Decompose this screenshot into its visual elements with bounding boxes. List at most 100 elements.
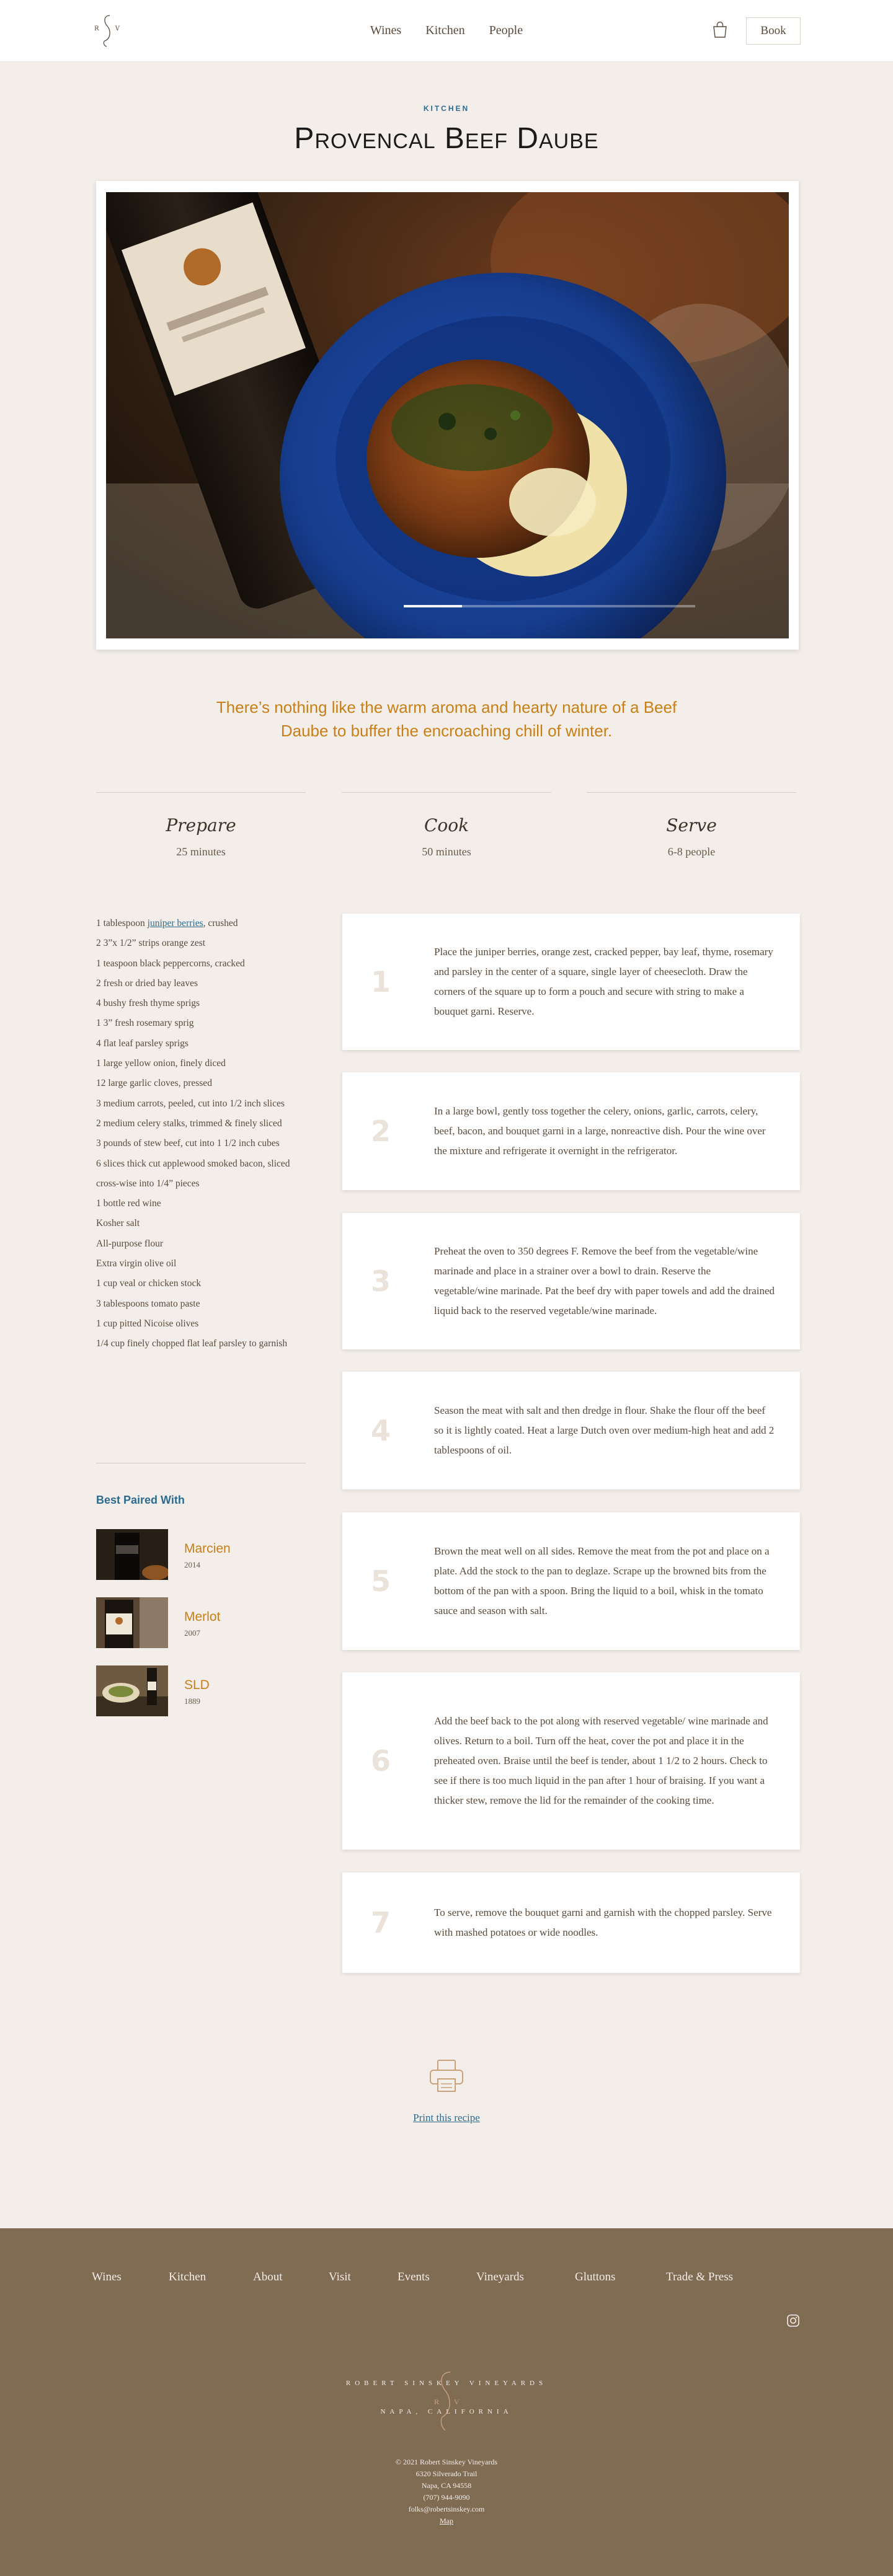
list-item: 1 tablespoon juniper berries, crushed (96, 918, 238, 929)
hero-card (96, 181, 799, 650)
step-text: In a large bowl, gently toss together th… (434, 1105, 766, 1157)
list-item: Kosher salt (96, 1218, 140, 1229)
step-number: 2 (370, 1114, 391, 1148)
map-link[interactable]: Map (0, 2515, 893, 2527)
paired-title: Best Paired With (96, 1494, 185, 1506)
wine-year: 1889 (184, 1696, 200, 1706)
list-item: 4 flat leaf parsley sprigs (96, 1038, 189, 1049)
meta-label: Cook (424, 815, 469, 836)
footer-nav-gluttons[interactable]: Gluttons (575, 2270, 615, 2284)
copyright: © 2021 Robert Sinskey Vineyards (395, 2458, 498, 2466)
meta-value: 50 minutes (422, 845, 471, 858)
list-item: Extra virgin olive oil (96, 1258, 177, 1269)
wine-name: SLD (184, 1678, 210, 1692)
list-item: 1 teaspoon black peppercorns, cracked (96, 958, 245, 969)
nav-item-wines[interactable]: Wines (370, 24, 401, 38)
step-card: 2 In a large bowl, gently toss together … (342, 1072, 800, 1190)
recipe-category[interactable]: KITCHEN (0, 104, 893, 113)
footer-nav-events[interactable]: Events (398, 2270, 430, 2284)
footer-nav: Wines Kitchen About Visit Events Vineyar… (0, 2270, 893, 2327)
printer-icon[interactable] (428, 2058, 465, 2094)
step-number: 7 (370, 1906, 391, 1939)
step-number: 3 (370, 1264, 391, 1298)
list-item: 1 cup veal or chicken stock (96, 1278, 202, 1289)
step-text: Add the beef back to the pot along with … (434, 1715, 768, 1806)
step-card: 4 Season the meat with salt and then dre… (342, 1372, 800, 1489)
email[interactable]: folks@robertsinskey.com (0, 2503, 893, 2515)
list-item: 3 pounds of stew beef, cut into 1 1/2 in… (96, 1138, 280, 1149)
step-card: 1 Place the juniper berries, orange zest… (342, 914, 800, 1050)
list-item: 2 medium celery stalks, trimmed & finely… (96, 1118, 282, 1129)
list-item: 2 fresh or dried bay leaves (96, 977, 198, 989)
list-item: 1 large yellow onion, finely diced (96, 1058, 226, 1069)
footer-nav-kitchen[interactable]: Kitchen (169, 2270, 206, 2284)
footer-logo-name: ROBERT SINSKEY VINEYARDS (345, 2380, 548, 2387)
wine-card-sld[interactable]: SLD 1889 (96, 1665, 307, 1716)
meta-label: Prepare (166, 815, 236, 836)
list-item: 12 large garlic cloves, pressed (96, 1078, 212, 1089)
step-card: 7 To serve, remove the bouquet garni and… (342, 1872, 800, 1973)
wine-year: 2007 (184, 1628, 200, 1638)
ingredients-list: 1 tablespoon juniper berries, crushed 2 … (96, 914, 307, 1354)
meta-prepare: Prepare 25 minutes (96, 792, 306, 858)
wine-card-marcien[interactable]: Marcien 2014 (96, 1529, 307, 1580)
phone[interactable]: (707) 944-9090 (0, 2492, 893, 2503)
wine-thumbnail (96, 1665, 168, 1716)
book-button[interactable]: Book (746, 17, 801, 45)
list-item: 1 3” fresh rosemary sprig (96, 1018, 194, 1029)
list-item: 4 bushy fresh thyme sprigs (96, 998, 200, 1009)
nav-item-people[interactable]: People (489, 24, 523, 38)
footer-nav-wines[interactable]: Wines (92, 2270, 122, 2284)
step-number: 6 (370, 1744, 391, 1778)
step-card: 6 Add the beef back to the pot along wit… (342, 1672, 800, 1850)
wine-thumbnail (96, 1529, 168, 1580)
list-item: 1 cup pitted Nicoise olives (96, 1318, 199, 1329)
list-item: 3 medium carrots, peeled, cut into 1/2 i… (96, 1098, 285, 1109)
wine-name: Merlot (184, 1610, 221, 1624)
footer-nav-about[interactable]: About (253, 2270, 283, 2284)
wine-year: 2014 (184, 1560, 200, 1569)
meta-value: 6-8 people (667, 845, 716, 858)
footer-logo-location: NAPA, CALIFORNIA (380, 2408, 513, 2415)
step-card: 3 Preheat the oven to 350 degrees F. Rem… (342, 1213, 800, 1349)
page-title: Provencal Beef Daube (294, 122, 599, 155)
footer-nav-visit[interactable]: Visit (329, 2270, 351, 2284)
wine-card-merlot[interactable]: Merlot 2007 (96, 1597, 307, 1648)
list-item: 2 3”x 1/2” strips orange zest (96, 938, 206, 949)
list-item: 3 tablespoons tomato paste (96, 1298, 200, 1309)
step-text: To serve, remove the bouquet garni and g… (434, 1907, 772, 1938)
footer-nav-vineyards[interactable]: Vineyards (476, 2270, 524, 2284)
hero-image[interactable] (106, 192, 789, 638)
step-text: Place the juniper berries, orange zest, … (434, 946, 773, 1017)
print-recipe-link[interactable]: Print this recipe (0, 2112, 893, 2124)
list-item: 1 bottle red wine (96, 1198, 161, 1209)
beef-daube-photo (106, 192, 789, 638)
site-header: R V Wines Kitchen People Book (0, 0, 893, 62)
site-footer: Wines Kitchen About Visit Events Vineyar… (0, 2228, 893, 2576)
footer-nav-trade-press[interactable]: Trade & Press (666, 2270, 733, 2284)
meta-label: Serve (666, 815, 717, 836)
svg-text:V: V (454, 2397, 460, 2406)
recipe-intro: There’s nothing like the warm aroma and … (216, 698, 677, 740)
wine-name: Marcien (184, 1542, 231, 1556)
street: 6320 Silverado Trail (415, 2469, 478, 2478)
list-item: All-purpose flour (96, 1238, 164, 1249)
nav-item-kitchen[interactable]: Kitchen (425, 24, 464, 38)
meta-cook: Cook 50 minutes (342, 792, 551, 858)
meta-serve: Serve 6-8 people (587, 792, 796, 858)
svg-text:R: R (434, 2397, 439, 2406)
instagram-icon[interactable] (786, 2314, 800, 2327)
step-text: Brown the meat well on all sides. Remove… (434, 1545, 770, 1617)
meta-value: 25 minutes (176, 845, 226, 858)
image-slider-track[interactable] (404, 605, 695, 607)
footer-address: © 2021 Robert Sinskey Vineyards 6320 Sil… (0, 2456, 893, 2527)
step-text: Preheat the oven to 350 degrees F. Remov… (434, 1245, 775, 1317)
ingredient-link[interactable]: juniper berries (148, 918, 203, 929)
step-number: 4 (370, 1414, 391, 1447)
shopping-bag-icon[interactable] (712, 21, 728, 38)
step-card: 5 Brown the meat well on all sides. Remo… (342, 1512, 800, 1650)
city: Napa, CA 94558 (421, 2481, 472, 2490)
step-text: Season the meat with salt and then dredg… (434, 1405, 775, 1456)
step-number: 5 (370, 1564, 391, 1598)
step-number: 1 (370, 965, 391, 999)
